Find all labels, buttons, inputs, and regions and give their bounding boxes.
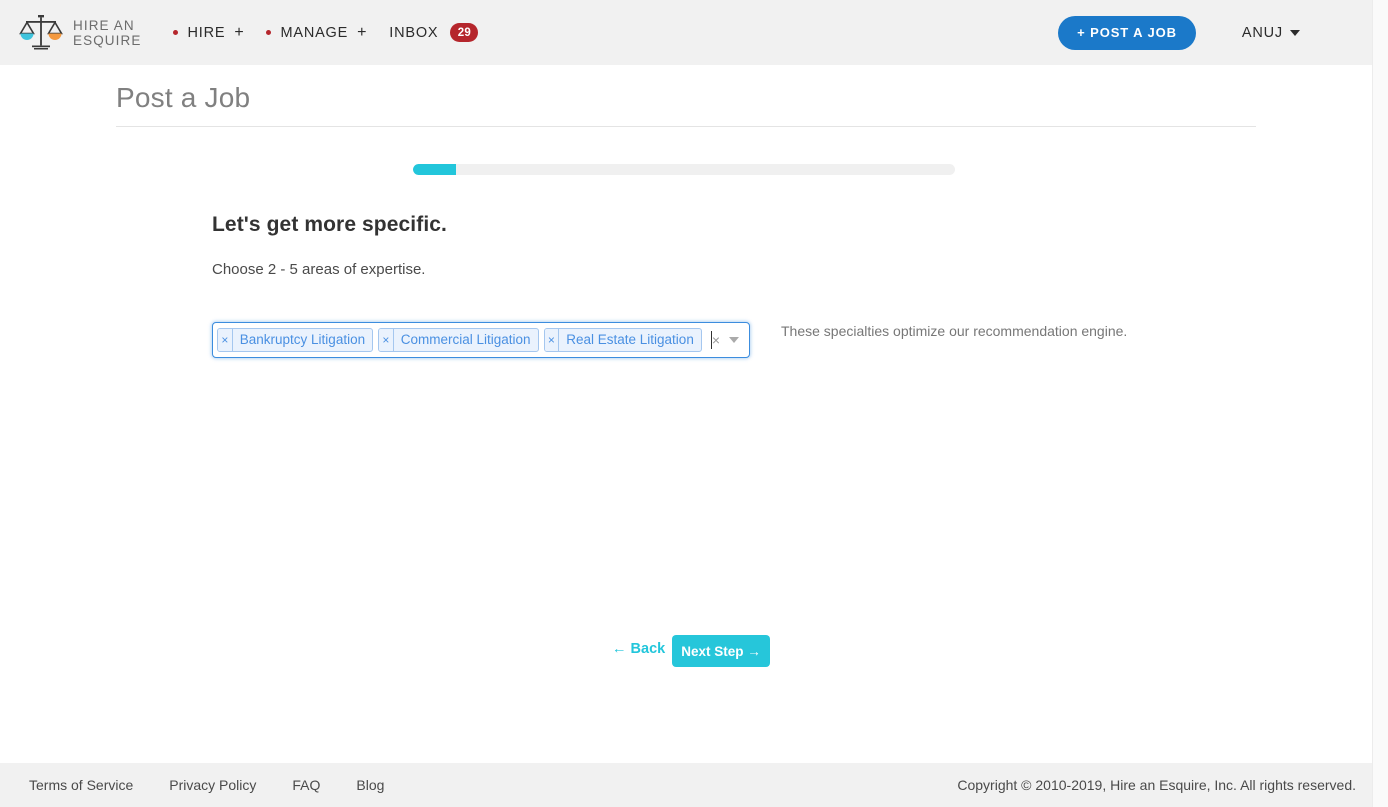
- remove-tag-icon[interactable]: ×: [379, 329, 394, 351]
- specialty-tag[interactable]: × Real Estate Litigation: [543, 328, 702, 352]
- footer-link-faq[interactable]: FAQ: [292, 777, 320, 793]
- logo-wordmark: HIRE AN ESQUIRE: [73, 18, 141, 48]
- remove-tag-icon[interactable]: ×: [218, 329, 233, 351]
- inbox-unread-badge: 29: [450, 23, 479, 42]
- plus-icon: +: [234, 23, 245, 41]
- app-root: HIRE AN ESQUIRE HIRE + MANAGE + INBOX 29…: [0, 0, 1388, 807]
- scales-of-justice-icon: [19, 14, 63, 49]
- content-column: HIRE AN ESQUIRE HIRE + MANAGE + INBOX 29…: [0, 0, 1372, 807]
- bullet-dot-icon: [173, 30, 179, 35]
- nav-item-manage[interactable]: MANAGE +: [266, 24, 367, 42]
- step-headline: Let's get more specific.: [212, 213, 447, 236]
- specialty-tag-label: Bankruptcy Litigation: [239, 332, 366, 347]
- logo-line-1: HIRE AN: [73, 17, 135, 33]
- specialty-tag-label: Real Estate Litigation: [566, 332, 694, 347]
- user-menu[interactable]: ANUJ: [1242, 25, 1300, 41]
- remove-tag-icon[interactable]: ×: [544, 329, 560, 351]
- specialty-tag-label: Commercial Litigation: [400, 332, 531, 347]
- page-title: Post a Job: [116, 82, 1256, 127]
- logo-line-2: ESQUIRE: [73, 32, 142, 48]
- back-button[interactable]: ← Back: [612, 641, 665, 657]
- nav-item-inbox-label: INBOX: [389, 24, 439, 41]
- page-scrollbar[interactable]: [1372, 0, 1388, 807]
- select-actions: ×: [712, 333, 745, 347]
- specialties-help-text: These specialties optimize our recommend…: [781, 323, 1128, 339]
- clear-all-icon[interactable]: ×: [712, 333, 720, 347]
- user-menu-label: ANUJ: [1241, 24, 1283, 41]
- plus-icon: +: [357, 23, 368, 41]
- nav-item-hire-label: HIRE: [187, 24, 226, 41]
- header-right-controls: + POST A JOB ANUJ: [1058, 0, 1372, 65]
- next-step-button[interactable]: Next Step →: [672, 635, 770, 667]
- footer-links: Terms of Service Privacy Policy FAQ Blog: [29, 777, 384, 793]
- footer-link-privacy[interactable]: Privacy Policy: [169, 777, 256, 793]
- step-subhead: Choose 2 - 5 areas of expertise.: [212, 261, 426, 278]
- post-a-job-button[interactable]: + POST A JOB: [1058, 15, 1196, 50]
- nav-item-hire[interactable]: HIRE +: [173, 24, 244, 42]
- site-header: HIRE AN ESQUIRE HIRE + MANAGE + INBOX 29…: [0, 0, 1372, 65]
- bullet-dot-icon: [266, 30, 272, 35]
- wizard-progress-bar: [413, 164, 955, 175]
- specialty-tag[interactable]: × Commercial Litigation: [378, 328, 539, 352]
- specialties-multiselect[interactable]: × Bankruptcy Litigation × Commercial Lit…: [212, 322, 750, 358]
- specialty-tag[interactable]: × Bankruptcy Litigation: [217, 328, 374, 352]
- footer-link-terms[interactable]: Terms of Service: [29, 777, 133, 793]
- nav-item-manage-label: MANAGE: [280, 24, 349, 41]
- wizard-progress-fill: [413, 164, 457, 175]
- nav-item-inbox[interactable]: INBOX 29: [389, 23, 479, 42]
- page-title-area: Post a Job: [116, 82, 1256, 127]
- chevron-down-icon: [1290, 29, 1300, 36]
- site-footer: Terms of Service Privacy Policy FAQ Blog…: [0, 763, 1372, 807]
- main-nav: HIRE + MANAGE + INBOX 29: [173, 23, 500, 42]
- footer-link-blog[interactable]: Blog: [356, 777, 384, 793]
- copyright-text: Copyright © 2010-2019, Hire an Esquire, …: [957, 777, 1356, 793]
- dropdown-arrow-icon[interactable]: [729, 337, 739, 343]
- logo-link[interactable]: HIRE AN ESQUIRE: [18, 11, 141, 55]
